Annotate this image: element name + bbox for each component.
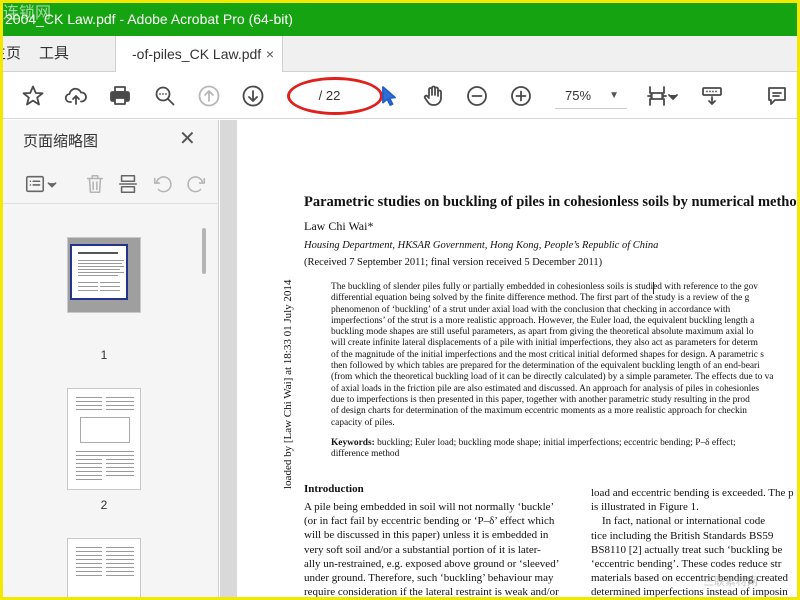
tab-home-label: 主页 <box>3 45 21 62</box>
next-page-icon[interactable] <box>239 82 267 110</box>
body-line: ally un-restrained, e.g. exposed above g… <box>304 557 560 570</box>
paper-author: Law Chi Wai* <box>304 219 374 233</box>
abstract-line: buckling mode shapes are still useful pa… <box>331 327 754 338</box>
app-window: 2004_CK Law.pdf - Adobe Acrobat Pro (64-… <box>0 0 800 600</box>
paper-received: (Received 7 September 2011; final versio… <box>304 257 603 268</box>
previous-page-icon[interactable] <box>195 82 223 110</box>
body-line: (or in fact fail by eccentric bending or… <box>304 515 555 528</box>
bookmark-star-icon[interactable] <box>19 82 47 110</box>
body-column-left: A pile being embedded in soil will not n… <box>304 500 566 599</box>
body-line: ‘eccentric bending’. These codes reduce … <box>591 558 782 571</box>
search-zoom-icon[interactable] <box>151 82 179 110</box>
chevron-down-icon: ▼ <box>609 90 619 101</box>
toolbar: / 22 75% ▼ <box>3 73 797 119</box>
hand-tool-icon[interactable] <box>419 82 447 110</box>
options-chevron-down-icon[interactable] <box>45 170 59 198</box>
paper-affiliation: Housing Department, HKSAR Government, Ho… <box>304 240 659 251</box>
abstract-line: of the magnitude of the initial imperfec… <box>331 349 764 360</box>
abstract: The buckling of slender piles fully or p… <box>331 282 797 429</box>
scroll-mode-icon[interactable] <box>698 82 726 110</box>
body-line: A pile being embedded in soil will not n… <box>304 501 555 513</box>
watermark-text: 三联素材网 <box>703 576 758 588</box>
keywords-text-continued: difference method <box>331 449 400 460</box>
paper-title: Parametric studies on buckling of piles … <box>304 194 800 210</box>
watermark-logo: 连锁网 <box>3 3 83 34</box>
thumbnail-scrollbar[interactable] <box>199 208 211 597</box>
keywords-label: Keywords: <box>331 438 375 448</box>
body-line: under ground. Therefore, such ‘buckling’… <box>304 572 554 585</box>
text-cursor <box>653 282 654 294</box>
zoom-value: 75% <box>565 88 592 103</box>
highlight-circle <box>287 77 383 115</box>
keywords-text: buckling; Euler load; buckling mode shap… <box>377 438 736 448</box>
print-icon[interactable] <box>106 82 134 110</box>
keywords: Keywords: buckling; Euler load; buckling… <box>331 438 797 461</box>
abstract-line: of axial loads in the friction pile are … <box>331 383 760 394</box>
fit-page-dropdown-icon[interactable] <box>667 82 679 110</box>
body-line: is illustrated in Figure 1. <box>591 501 699 514</box>
select-cursor-icon[interactable] <box>375 82 403 110</box>
scrollbar-thumb[interactable] <box>202 228 206 274</box>
abstract-line: capacity of piles. <box>331 417 395 428</box>
rotate-left-icon[interactable] <box>149 170 177 198</box>
abstract-line: differential equation being solved by th… <box>331 293 750 304</box>
delete-icon[interactable] <box>81 170 109 198</box>
abstract-line: due to imperfections is then presented i… <box>331 394 750 405</box>
abstract-line: will create infinite lateral displacemen… <box>331 338 758 349</box>
tab-close-icon[interactable]: × <box>266 36 274 72</box>
abstract-line: The buckling of slender piles fully or p… <box>331 282 758 292</box>
zoom-select[interactable]: 75% ▼ <box>555 83 627 109</box>
abstract-line: phenomenon of ‘buckling’ of a strut unde… <box>331 304 731 315</box>
comment-icon[interactable] <box>763 82 791 110</box>
rotate-right-icon[interactable] <box>182 170 210 198</box>
zoom-out-icon[interactable] <box>463 82 491 110</box>
page-thumbnail[interactable] <box>67 388 141 490</box>
thumbnail-label: 2 <box>100 498 108 512</box>
body-line: BS8110 [2] actually treat such ‘buckling… <box>591 543 783 556</box>
insert-page-icon[interactable] <box>114 170 142 198</box>
page-thumbnails-panel: 页面缩略图 ✕ 1 2 <box>3 120 219 597</box>
page-thumbnail[interactable] <box>67 237 141 313</box>
close-icon[interactable]: ✕ <box>179 126 196 151</box>
body-line: determined imperfections instead of impo… <box>591 586 788 599</box>
body-line: materials based on eccentric bending cre… <box>591 572 788 585</box>
abstract-line: imperfections’ of the strut is a more re… <box>331 315 755 326</box>
watermark-logo-icon: 连锁网 <box>3 3 51 22</box>
panel-title: 页面缩略图 <box>23 133 99 150</box>
thumbnail-label: 1 <box>100 348 108 362</box>
body-line: In fact, national or international code <box>591 515 766 528</box>
body-line: tice including the British Standards BS5… <box>591 529 774 542</box>
zoom-in-icon[interactable] <box>507 82 535 110</box>
tab-document-label: -of-piles_CK Law.pdf <box>132 46 262 62</box>
document-viewport[interactable]: loaded by [Law Chi Wai] at 18:33 01 July… <box>220 120 800 599</box>
tab-tools[interactable]: 工具 <box>39 36 69 72</box>
body-line: load and eccentric bending is exceeded. … <box>591 487 794 499</box>
tab-home[interactable]: 主页 <box>3 36 21 72</box>
title-bar: 2004_CK Law.pdf - Adobe Acrobat Pro (64-… <box>3 3 797 36</box>
tab-tools-label: 工具 <box>39 45 70 62</box>
tab-bar: 主页 工具 -of-piles_CK Law.pdf × <box>3 36 797 72</box>
thumbnail-list: 1 2 <box>3 208 199 597</box>
body-line: very soft soil and/or a substantial port… <box>304 543 541 556</box>
download-note: loaded by [Law Chi Wai] at 18:33 01 July… <box>282 279 294 489</box>
cloud-upload-icon[interactable] <box>62 82 90 110</box>
section-heading: Introduction <box>304 483 364 495</box>
body-line: require consideration if the lateral res… <box>304 586 559 599</box>
abstract-line: of design charts for determination of th… <box>331 406 747 417</box>
abstract-line: (from which the theoretical buckling loa… <box>331 372 774 383</box>
abstract-line: then followed by which tables are prepar… <box>331 361 760 372</box>
svg-text:连锁网: 连锁网 <box>3 3 51 22</box>
body-column-right: load and eccentric bending is exceeded. … <box>591 486 797 599</box>
pdf-page[interactable]: loaded by [Law Chi Wai] at 18:33 01 July… <box>237 120 800 599</box>
body-line: will be discussed in this paper) unless … <box>304 529 549 542</box>
panel-toolbar <box>3 164 219 204</box>
thumbnail-figure <box>80 417 130 443</box>
thumbnail-viewport <box>70 244 128 300</box>
tab-document[interactable]: -of-piles_CK Law.pdf × <box>115 36 283 72</box>
page-thumbnail[interactable] <box>67 538 141 597</box>
